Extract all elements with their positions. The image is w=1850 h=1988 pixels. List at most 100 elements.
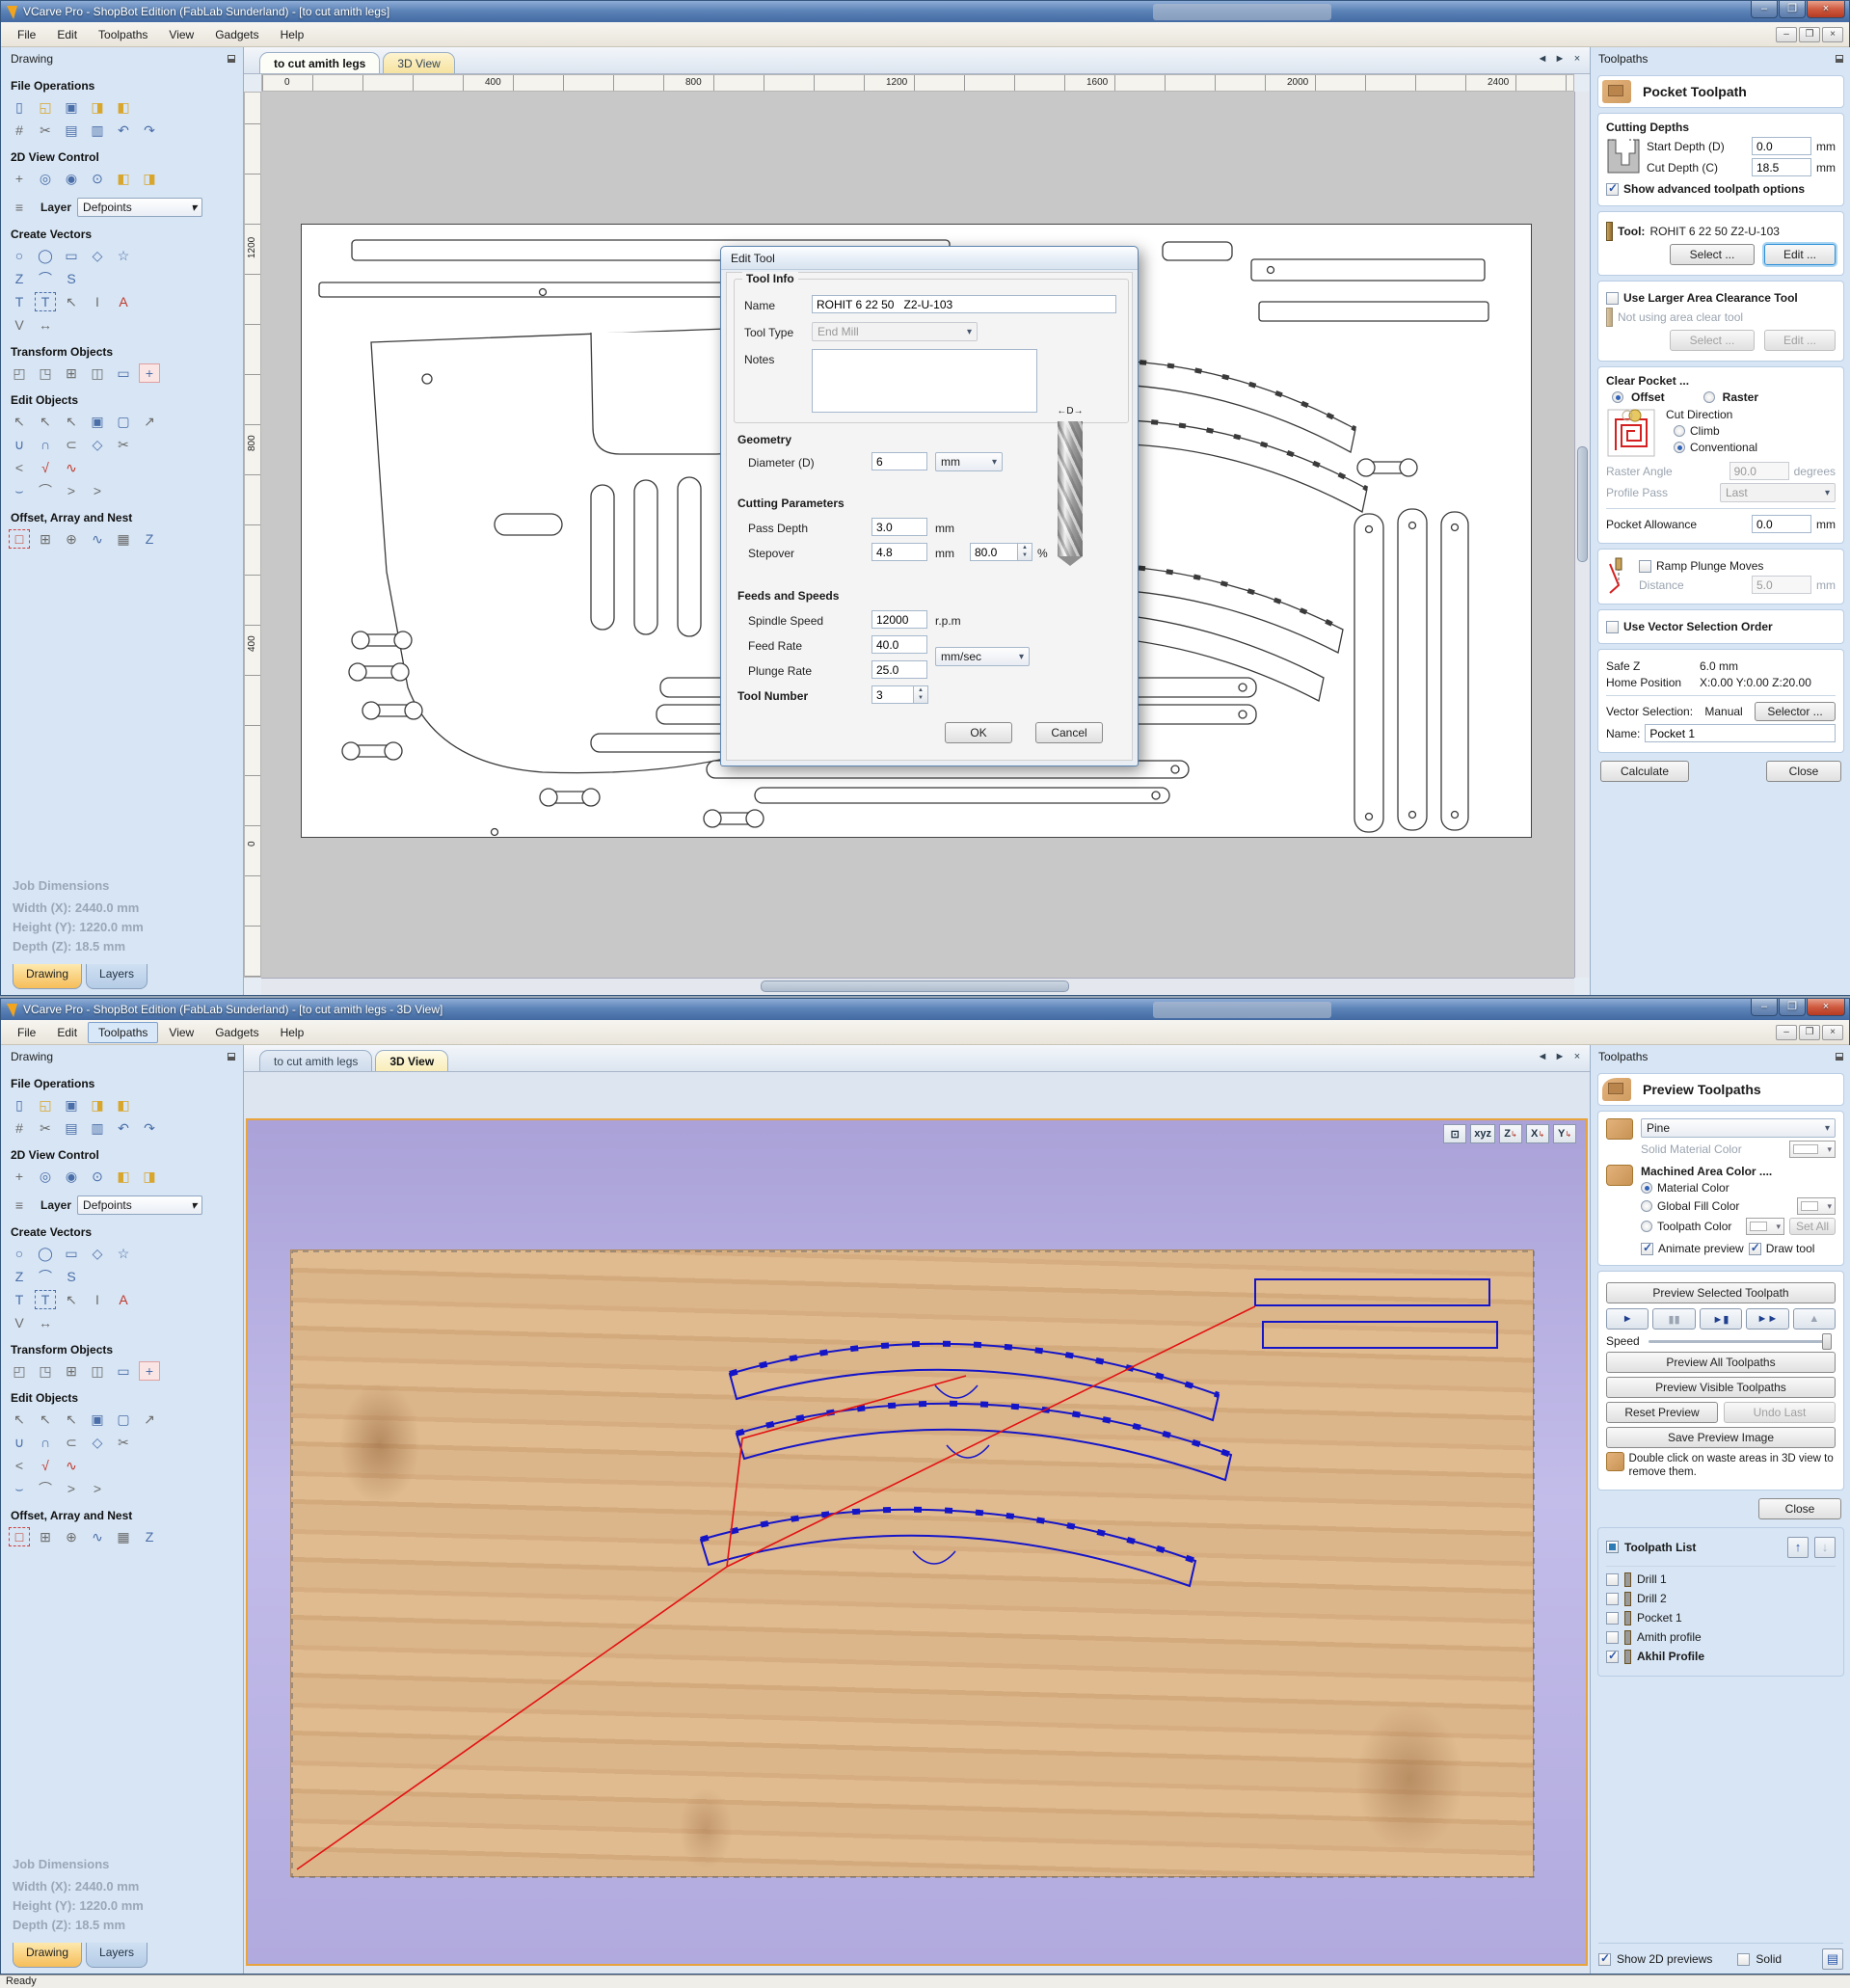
start-depth-input[interactable] [1752, 137, 1811, 155]
group-icon[interactable]: ▣ [87, 1410, 108, 1429]
subtract-vectors-icon[interactable]: ∩ [35, 435, 56, 454]
mdi-restore-button[interactable]: ❐ [1799, 26, 1820, 42]
tab-drawing[interactable]: Drawing [13, 964, 83, 989]
text-select-icon[interactable]: ↖ [61, 292, 82, 311]
toolpath-visible-checkbox[interactable] [1606, 1649, 1619, 1663]
clearance-select-button[interactable]: Select ... [1670, 330, 1755, 351]
toolpath-visible-checkbox[interactable] [1606, 1572, 1619, 1586]
redo-icon[interactable]: ↷ [139, 121, 160, 140]
zigzag-icon[interactable]: Z [139, 529, 160, 549]
trim-vectors-icon[interactable]: ✂ [113, 435, 134, 454]
pin-icon[interactable] [1836, 1053, 1843, 1061]
draw-arc-icon[interactable]: ⌒ [35, 269, 56, 288]
tool-name-input[interactable] [812, 295, 1116, 313]
menu-help[interactable]: Help [270, 24, 315, 45]
show-advanced-checkbox[interactable] [1606, 181, 1619, 196]
tab-close-icon[interactable]: × [1570, 53, 1584, 65]
move-object-icon[interactable]: ◰ [9, 1361, 30, 1381]
open-file-icon[interactable]: ◱ [35, 97, 56, 117]
view-3d[interactable]: ⊡ xyz Z ↳ X ↳ Y ↳ [246, 1118, 1588, 1966]
toolpath-name-input[interactable] [1645, 724, 1836, 742]
mdi-minimize-button[interactable]: – [1776, 1024, 1797, 1040]
zoom-window-icon[interactable]: ◨ [139, 169, 160, 188]
measure-icon[interactable]: ↗ [139, 412, 160, 431]
rate-units-select[interactable]: mm/sec ▾ [935, 647, 1030, 666]
distort-icon[interactable]: ▭ [113, 363, 134, 383]
export-vectors-icon[interactable]: ◧ [113, 1095, 134, 1115]
menu-view[interactable]: View [158, 24, 204, 45]
pin-icon[interactable] [228, 55, 235, 63]
pause-button[interactable]: ▮▮ [1652, 1308, 1696, 1330]
draw-curve-icon[interactable]: S [61, 1267, 82, 1286]
import-vectors-icon[interactable]: ◨ [87, 1095, 108, 1115]
cut-depth-input[interactable] [1752, 158, 1811, 176]
align-objects-icon[interactable]: ⊞ [61, 1361, 82, 1381]
dimension-icon[interactable]: ↔ [35, 1313, 56, 1332]
menu-edit[interactable]: Edit [46, 24, 88, 45]
draw-polyline-icon[interactable]: Z [9, 1267, 30, 1286]
draw-polygon-icon[interactable]: ◇ [87, 246, 108, 265]
select-icon[interactable]: ↖ [9, 1410, 30, 1429]
intersect-vectors-icon[interactable]: ⊂ [61, 1433, 82, 1452]
intersect-vectors-icon[interactable]: ⊂ [61, 435, 82, 454]
mdi-close-button[interactable]: × [1822, 1024, 1843, 1040]
text-select-icon[interactable]: ↖ [61, 1290, 82, 1309]
use-larger-clearance-checkbox[interactable] [1606, 291, 1619, 305]
pass-depth-input[interactable] [871, 518, 927, 536]
stepover-percent-input[interactable] [970, 543, 1018, 561]
trace-bitmap-icon[interactable]: V [9, 1313, 30, 1332]
toolpath-visible-checkbox[interactable] [1606, 1592, 1619, 1605]
zoom-drawing-icon[interactable]: ◧ [113, 1167, 134, 1186]
zoom-box-icon[interactable]: ◉ [61, 169, 82, 188]
move-object-icon[interactable]: ◰ [9, 363, 30, 383]
speed-slider[interactable] [1648, 1332, 1832, 1350]
plunge-rate-input[interactable] [871, 660, 927, 679]
profile-pass-select[interactable]: Last ▾ [1720, 483, 1836, 502]
vector-validator-icon[interactable]: √ [35, 1456, 56, 1475]
cancel-button[interactable]: Cancel [1035, 722, 1103, 743]
view-along-y-icon[interactable]: Y ↳ [1553, 1124, 1576, 1143]
text-on-arc-icon[interactable]: A [113, 1290, 134, 1309]
notes-textarea[interactable] [812, 349, 1037, 413]
weld-vectors-icon[interactable]: ∪ [9, 435, 30, 454]
vector-boolean-icon[interactable]: ◇ [87, 1433, 108, 1452]
distort-icon[interactable]: ▭ [113, 1361, 134, 1381]
preview-all-button[interactable]: Preview All Toolpaths [1606, 1352, 1836, 1373]
draw-tool-checkbox[interactable] [1748, 1241, 1761, 1255]
copy-along-vector-icon[interactable]: ∿ [87, 529, 108, 549]
offset-vectors-icon[interactable]: □ [9, 1527, 30, 1546]
smooth-nodes-icon[interactable]: ⌒ [35, 1479, 56, 1498]
tab-drawing[interactable]: Drawing [13, 1943, 83, 1968]
menu-edit[interactable]: Edit [46, 1022, 88, 1043]
cut-icon[interactable]: ✂ [35, 121, 56, 140]
offset-vectors-icon[interactable]: □ [9, 529, 30, 549]
raster-radio[interactable] [1703, 391, 1715, 403]
undo-last-button[interactable]: Undo Last [1724, 1402, 1836, 1423]
toolpath-visible-checkbox[interactable] [1606, 1630, 1619, 1644]
mirror-icon[interactable]: ◫ [87, 1361, 108, 1381]
close-vector-icon[interactable]: > [87, 1479, 108, 1498]
selector-button[interactable]: Selector ... [1755, 702, 1836, 721]
measure-icon[interactable]: ↗ [139, 1410, 160, 1429]
zoom-selected-icon[interactable]: ⊙ [87, 169, 108, 188]
zoom-selected-icon[interactable]: ⊙ [87, 1167, 108, 1186]
menu-toolpaths[interactable]: Toolpaths [88, 1021, 159, 1043]
text-box-icon[interactable]: T [35, 1290, 56, 1309]
restore-button[interactable]: ❐ [1779, 999, 1806, 1016]
fit-curve-icon[interactable]: ∿ [61, 1456, 82, 1475]
view-along-z-icon[interactable]: Z ↳ [1499, 1124, 1522, 1143]
draw-polyline-icon[interactable]: Z [9, 269, 30, 288]
zoom-interactive-icon[interactable]: ◎ [35, 169, 56, 188]
node-edit-icon[interactable]: ↖ [35, 1410, 56, 1429]
nesting-icon[interactable]: ▦ [113, 1527, 134, 1546]
tool-type-select[interactable]: End Mill ▾ [812, 322, 978, 341]
tab-layers[interactable]: Layers [86, 1943, 148, 1968]
draw-circle-icon[interactable]: ○ [9, 246, 30, 265]
isometric-view-icon[interactable]: xyz [1470, 1124, 1495, 1143]
draw-circle-icon[interactable]: ○ [9, 1244, 30, 1263]
tab-3d-view[interactable]: 3D View [383, 52, 455, 73]
draw-star-icon[interactable]: ☆ [113, 1244, 134, 1263]
close-button[interactable]: × [1807, 999, 1845, 1016]
align-objects-icon[interactable]: ⊞ [61, 363, 82, 383]
text-frame-icon[interactable]: I [87, 292, 108, 311]
